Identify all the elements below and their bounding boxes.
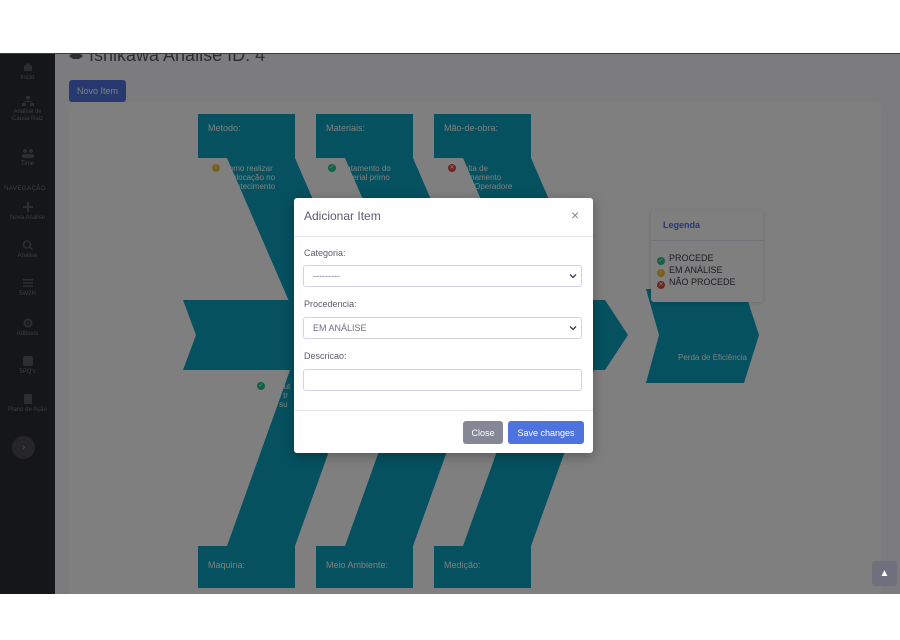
close-icon[interactable]: × xyxy=(571,207,579,223)
modal-title: Adicionar Item xyxy=(304,209,381,223)
close-button[interactable]: Close xyxy=(463,421,503,444)
scroll-to-top-button[interactable]: ▲ xyxy=(872,561,897,586)
modal-footer: Close Save changes xyxy=(294,410,593,454)
descricao-input[interactable] xyxy=(303,369,582,391)
modal-header: Adicionar Item × xyxy=(294,198,593,237)
categoria-selected-value: --------- xyxy=(313,271,340,281)
save-changes-button[interactable]: Save changes xyxy=(508,421,584,444)
procedencia-selected-value: EM ANÁLISE xyxy=(313,323,367,333)
categoria-label: Categoria: xyxy=(304,248,346,258)
chevron-down-icon xyxy=(569,326,577,331)
procedencia-label: Procedencia: xyxy=(304,299,357,309)
descricao-label: Descricao: xyxy=(304,351,347,361)
categoria-select[interactable]: --------- xyxy=(303,265,582,287)
chevron-down-icon xyxy=(569,274,577,279)
procedencia-select[interactable]: EM ANÁLISE xyxy=(303,317,582,339)
add-item-modal: Adicionar Item × Categoria: --------- Pr… xyxy=(294,198,593,453)
